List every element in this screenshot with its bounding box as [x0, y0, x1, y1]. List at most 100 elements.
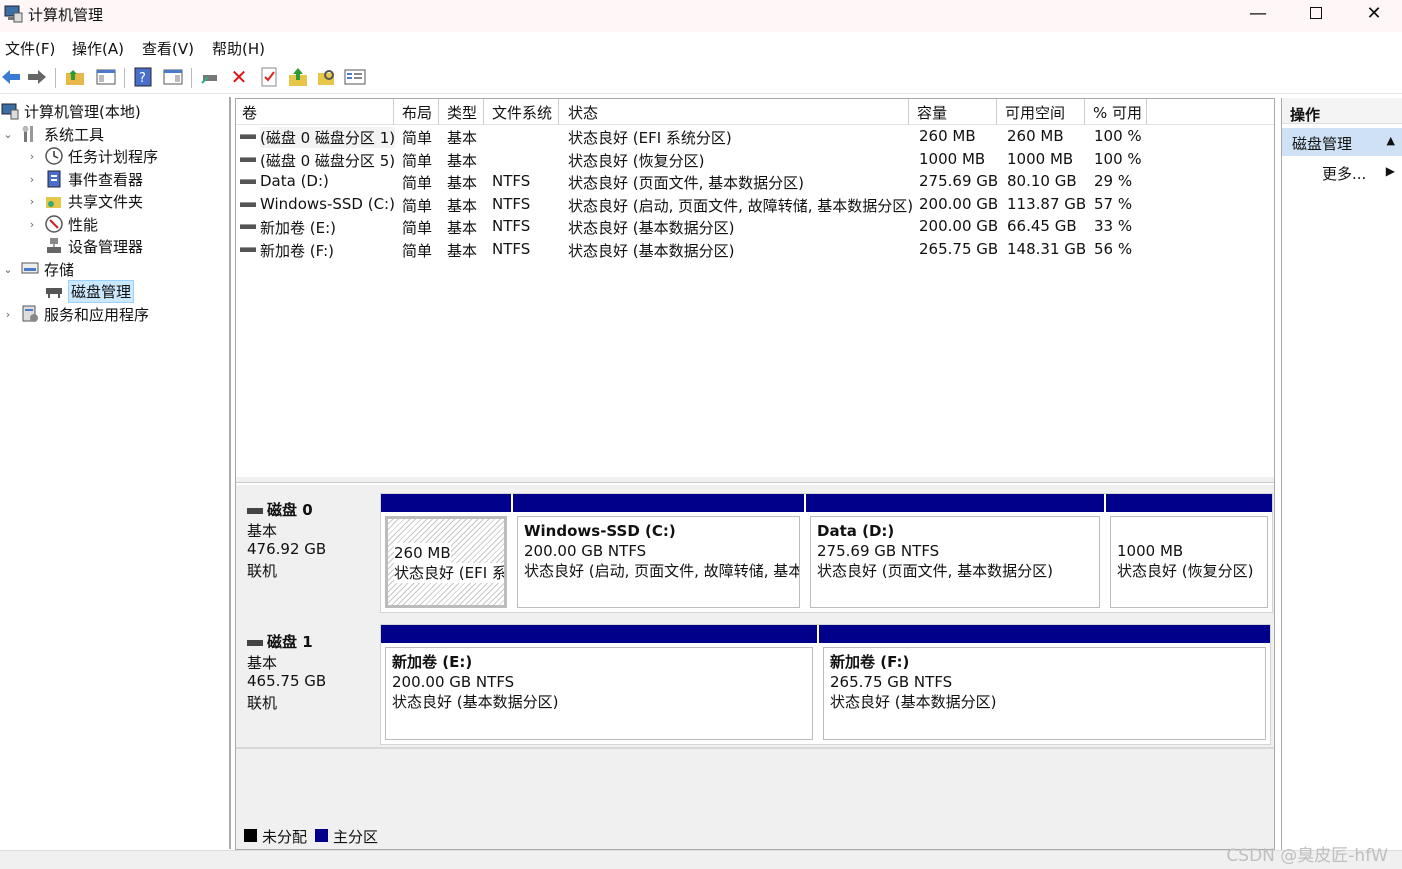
column-header-volume[interactable]: 卷 — [236, 99, 394, 125]
tree-item-disk-management[interactable]: 磁盘管理 — [44, 279, 135, 303]
cell-capacity: 200.00 GB — [919, 194, 999, 213]
tree-item-event-viewer[interactable]: › 事件查看器 — [26, 168, 143, 190]
partition-title: Windows-SSD (C:) — [524, 522, 676, 540]
menu-action[interactable]: 操作(A) — [72, 38, 124, 59]
cell-capacity: 200.00 GB — [919, 217, 999, 235]
column-header-type[interactable]: 类型 — [441, 99, 484, 125]
cell-layout: 简单 — [402, 151, 433, 170]
cell-status: 状态良好 (启动, 页面文件, 故障转储, 基本数据分区) — [568, 196, 914, 215]
partition-size: 275.69 GB NTFS — [817, 542, 940, 560]
chevron-right-icon[interactable]: › — [26, 195, 38, 208]
table-row[interactable]: (磁盘 0 磁盘分区 5) 简单 基本 状态良好 (恢复分区) 1000 MB 1000 … — [236, 149, 1274, 171]
cell-free-space: 66.45 GB — [1007, 217, 1077, 235]
chevron-right-icon[interactable]: › — [2, 308, 14, 321]
cell-type: 基本 — [447, 174, 478, 192]
cell-layout: 简单 — [402, 241, 433, 260]
tree-item-computer-management[interactable]: 计算机管理(本地) — [0, 100, 141, 122]
chevron-right-icon[interactable]: › — [26, 218, 38, 231]
cell-free-space: 80.10 GB — [1007, 172, 1077, 190]
tree-item-system-tools[interactable]: ⌄ 系统工具 — [2, 123, 104, 145]
partition-windows-ssd[interactable]: Windows-SSD (C:) 200.00 GB NTFS 状态良好 (启动… — [513, 494, 804, 612]
svg-text:?: ? — [139, 71, 146, 86]
partition-size: 200.00 GB NTFS — [392, 673, 515, 691]
search-folder-button[interactable] — [316, 66, 338, 88]
partition-e[interactable]: 新加卷 (E:) 200.00 GB NTFS 状态良好 (基本数据分区) — [381, 625, 817, 744]
cell-percent-free: 33 % — [1094, 217, 1133, 235]
tree-item-shared-folders[interactable]: › 共享文件夹 — [26, 190, 143, 212]
table-row[interactable]: 新加卷 (F:) 简单 基本 NTFS 状态良好 (基本数据分区) 265.75 GB 14… — [236, 239, 1274, 261]
show-hide-tree-button[interactable] — [95, 66, 117, 88]
table-row[interactable]: 新加卷 (E:) 简单 基本 NTFS 状态良好 (基本数据分区) 200.00 GB 66… — [236, 216, 1274, 238]
table-row[interactable]: Windows-SSD (C:) 简单 基本 NTFS 状态良好 (启动, 页面文件, … — [236, 194, 1274, 216]
disk-0-label[interactable]: 磁盘 0 基本 476.92 GB 联机 — [236, 485, 378, 611]
action-group-label: 磁盘管理 — [1292, 135, 1353, 153]
delete-button[interactable]: ✕ — [228, 65, 250, 89]
disk-type: 基本 — [247, 654, 278, 672]
collapse-up-icon[interactable]: ▲ — [1387, 134, 1395, 147]
disk-icon — [247, 639, 263, 646]
chevron-down-icon[interactable]: ⌄ — [2, 263, 14, 276]
forward-button[interactable] — [26, 66, 48, 88]
tree-item-device-manager[interactable]: 设备管理器 — [44, 235, 143, 257]
minimize-button[interactable]: — — [1229, 0, 1287, 26]
export-button[interactable] — [287, 66, 309, 88]
menu-file[interactable]: 文件(F) — [5, 38, 55, 59]
properties-button[interactable] — [258, 66, 280, 88]
cell-status: 状态良好 (基本数据分区) — [568, 241, 735, 260]
cell-volume: Windows-SSD (C:) — [260, 194, 395, 213]
chevron-right-icon[interactable]: › — [26, 173, 38, 186]
cell-filesystem: NTFS — [492, 239, 531, 258]
menu-view[interactable]: 查看(V) — [142, 38, 194, 59]
console-tree: 计算机管理(本地) ⌄ 系统工具 › 任务计划程序 › 事件查看器 › 共享文件… — [0, 97, 231, 849]
cell-type: 基本 — [447, 219, 478, 237]
tree-item-services-and-applications[interactable]: › 服务和应用程序 — [2, 303, 149, 325]
column-header-percent-free[interactable]: % 可用 — [1087, 99, 1147, 125]
maximize-button[interactable] — [1287, 0, 1345, 26]
disk-type: 基本 — [247, 522, 278, 540]
column-header-status[interactable]: 状态 — [562, 99, 909, 125]
partition-status: 状态良好 (启动, 页面文件, 故障转储, 基本数据分区) — [524, 562, 799, 580]
action-more[interactable]: 更多... ▶ — [1282, 158, 1402, 186]
table-row[interactable]: (磁盘 0 磁盘分区 1) 简单 基本 状态良好 (EFI 系统分区) 260 MB 26… — [236, 126, 1274, 148]
tree-item-performance[interactable]: › 性能 — [26, 213, 98, 235]
chevron-right-icon[interactable]: › — [26, 150, 38, 163]
pane-splitter[interactable] — [236, 477, 1274, 483]
device-manager-icon — [44, 236, 64, 256]
partition-efi[interactable]: 260 MB 状态良好 (EFI 系统分区) — [381, 494, 511, 612]
partition-data[interactable]: Data (D:) 275.69 GB NTFS 状态良好 (页面文件, 基本数… — [806, 494, 1104, 612]
disk-1-label[interactable]: 磁盘 1 基本 465.75 GB 联机 — [236, 617, 378, 743]
partition-title: 新加卷 (F:) — [830, 653, 910, 671]
partition-bar — [513, 494, 804, 512]
column-header-filesystem[interactable]: 文件系统 — [486, 99, 559, 125]
column-header-layout[interactable]: 布局 — [396, 99, 439, 125]
help-button[interactable]: ? — [132, 66, 154, 88]
action-group-disk-management[interactable]: 磁盘管理 ▲ — [1282, 128, 1402, 156]
chevron-down-icon[interactable]: ⌄ — [2, 128, 14, 141]
volume-list-header: 卷 布局 类型 文件系统 状态 容量 可用空间 % 可用 — [236, 99, 1274, 125]
partition-f[interactable]: 新加卷 (F:) 265.75 GB NTFS 状态良好 (基本数据分区) — [819, 625, 1270, 744]
column-header-free-space[interactable]: 可用空间 — [999, 99, 1085, 125]
cell-type: 基本 — [447, 151, 478, 170]
show-action-pane-button[interactable] — [162, 66, 184, 88]
view-settings-button[interactable] — [344, 66, 366, 88]
menu-help[interactable]: 帮助(H) — [212, 38, 265, 59]
up-level-button[interactable] — [64, 66, 86, 88]
tree-label: 任务计划程序 — [68, 147, 159, 166]
cell-free-space: 260 MB — [1007, 127, 1064, 145]
legend-swatch-primary — [315, 829, 328, 842]
partition-recovery[interactable]: 1000 MB 状态良好 (恢复分区) — [1106, 494, 1272, 612]
table-row[interactable]: Data (D:) 简单 基本 NTFS 状态良好 (页面文件, 基本数据分区) 275.… — [236, 171, 1274, 193]
partition-bar — [1106, 494, 1272, 512]
partition-status: 状态良好 (基本数据分区) — [830, 693, 997, 711]
disk-name: 磁盘 0 — [267, 501, 313, 519]
cell-filesystem: NTFS — [492, 217, 531, 235]
back-button[interactable] — [0, 66, 22, 88]
partition-size: 1000 MB — [1117, 542, 1184, 560]
tree-item-storage[interactable]: ⌄ 存储 — [2, 258, 74, 280]
connect-disk-button[interactable] — [199, 66, 221, 88]
partition-bar — [381, 494, 511, 512]
tree-item-task-scheduler[interactable]: › 任务计划程序 — [26, 145, 158, 167]
column-header-capacity[interactable]: 容量 — [911, 99, 997, 125]
tree-label: 计算机管理(本地) — [24, 102, 141, 121]
close-button[interactable]: ✕ — [1345, 0, 1402, 26]
